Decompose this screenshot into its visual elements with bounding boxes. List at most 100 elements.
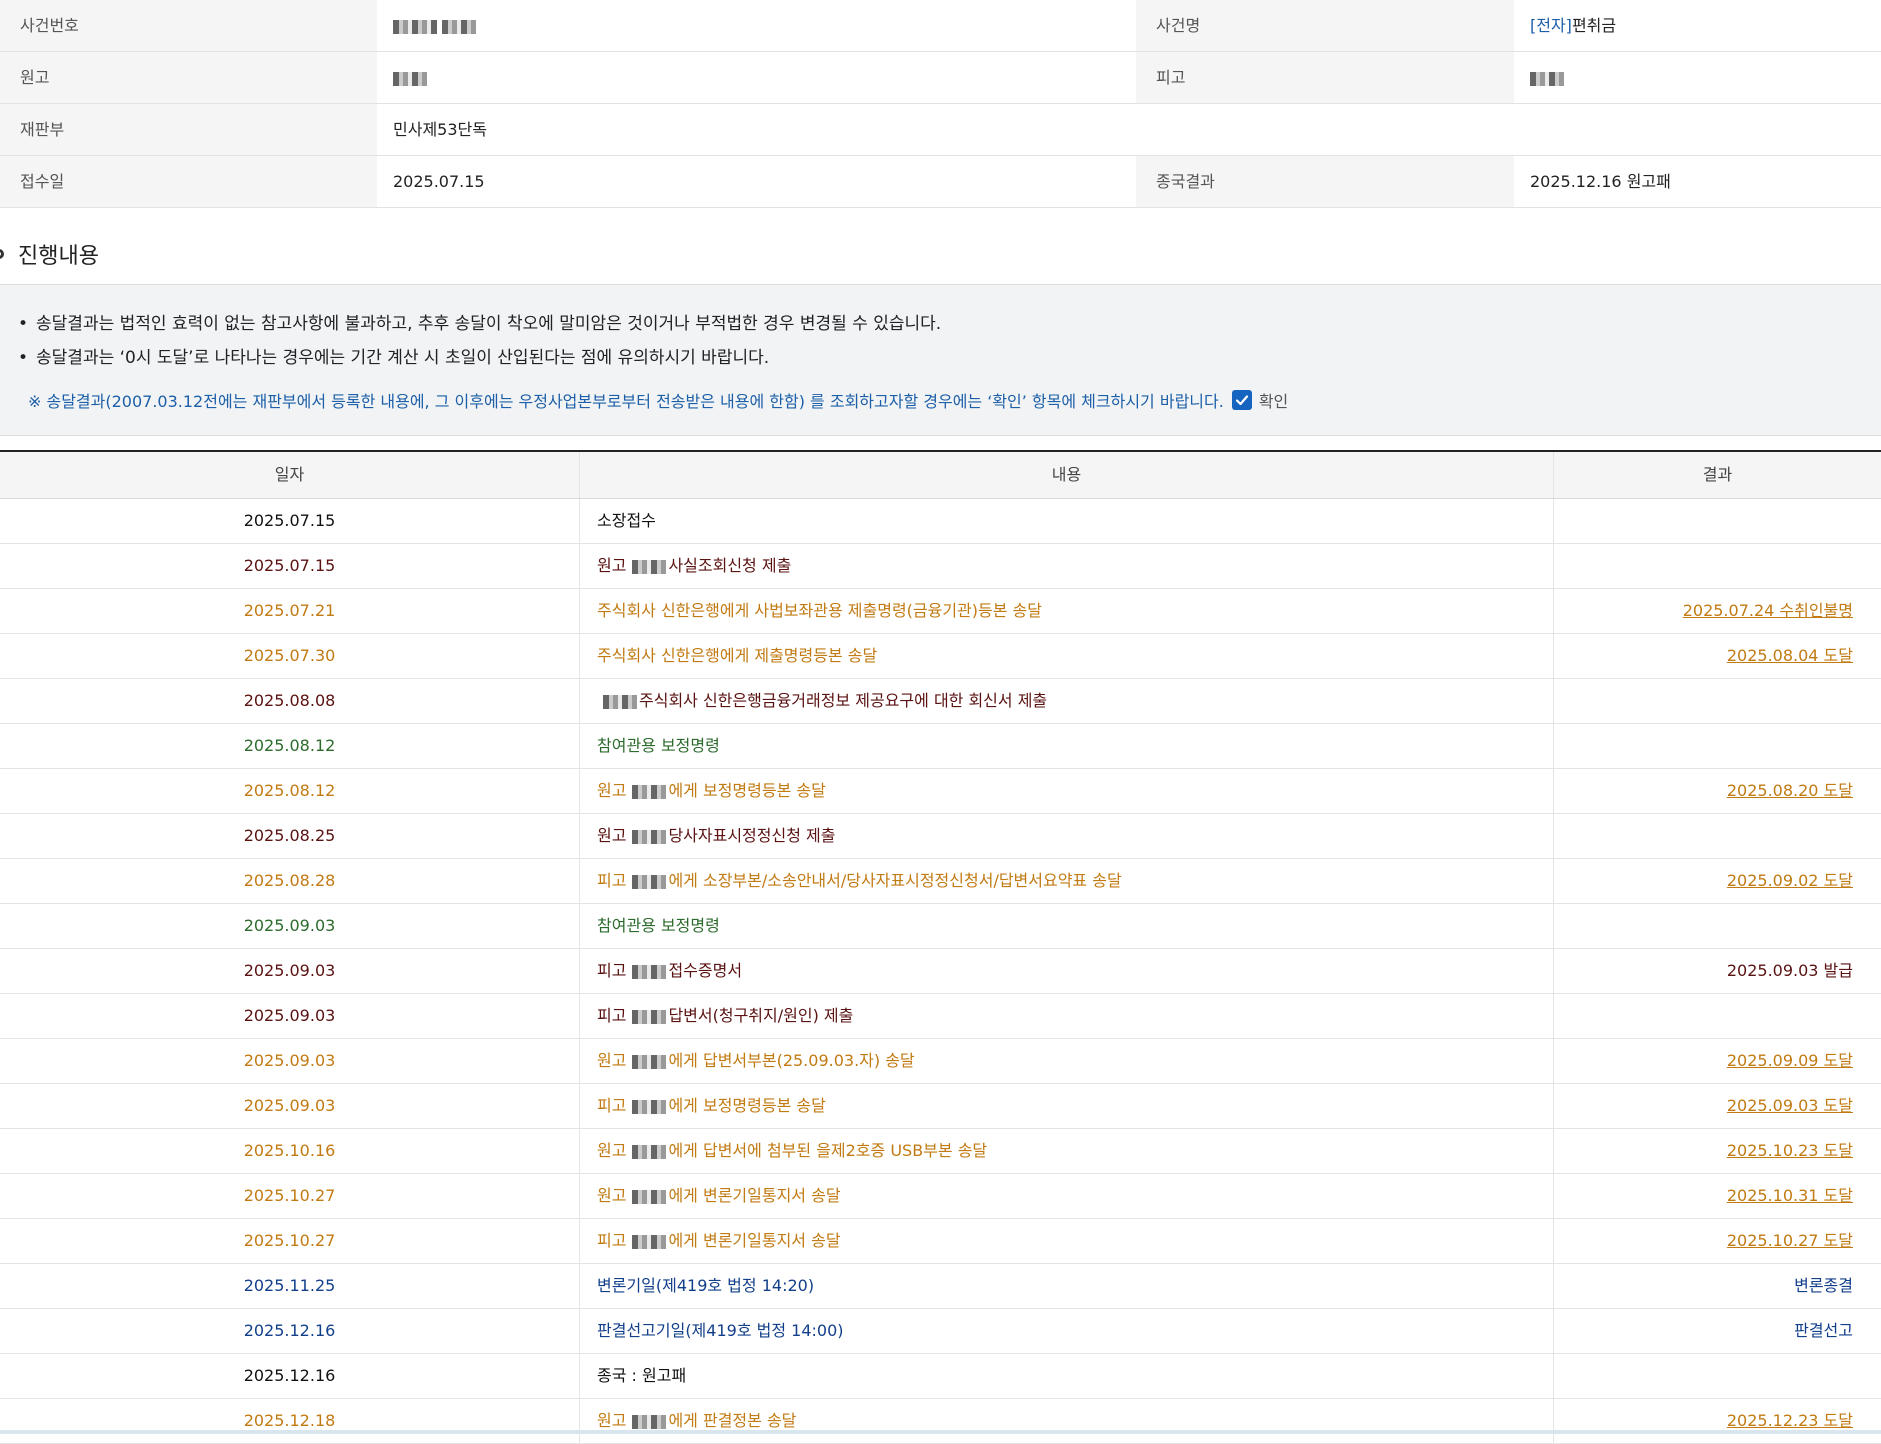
delivery-result-link[interactable]: 2025.10.27 도달 (1554, 1219, 1881, 1263)
row-content-text: 주식회사 신한은행에게 사법보좌관용 제출명령(금융기관)등본 송달 (597, 601, 1042, 620)
court-division-label: 재판부 (0, 104, 377, 155)
row-result: 변론종결 (1794, 1276, 1853, 1295)
row-content-text-suffix: 에게 소장부본/소송안내서/당사자표시정정신청서/답변서요약표 송달 (668, 871, 1122, 890)
row-content: 소장접수 (580, 499, 1554, 543)
row-content-text: 피고 (597, 871, 627, 890)
delivery-result-link[interactable]: 2025.12.23 도달 (1554, 1399, 1881, 1443)
delivery-result-link[interactable]: 2025.08.04 도달 (1554, 634, 1881, 678)
row-content-text-suffix: 에게 변론기일통지서 송달 (668, 1186, 841, 1205)
notice-line-2: • 송달결과는 ‘0시 도달’로 나타나는 경우에는 기간 계산 시 초일이 산입… (18, 341, 1881, 375)
redacted-party-name (603, 694, 637, 709)
progress-table: 일자 내용 결과 2025.07.15 소장접수 2025.07.15 원고 사실조회신… (0, 450, 1881, 1444)
row-content: 주식회사 신한은행에게 사법보좌관용 제출명령(금융기관)등본 송달 (580, 589, 1554, 633)
table-row: 2025.08.08 주식회사 신한은행금융거래정보 제공요구에 대한 회신서 제… (0, 679, 1881, 724)
info-row-court-division: 재판부 민사제53단독 (0, 104, 1881, 156)
row-content: 원고 에게 답변서부본(25.09.03.자) 송달 (580, 1039, 1554, 1083)
delivery-result-link[interactable]: 2025.09.03 도달 (1554, 1084, 1881, 1128)
table-row: 2025.12.18 원고 에게 판결정본 송달 2025.12.23 도달 (0, 1399, 1881, 1444)
row-content-text: 원고 (597, 1186, 627, 1205)
row-date: 2025.10.27 (0, 1219, 580, 1263)
row-date: 2025.12.18 (0, 1399, 580, 1443)
delivery-result-link[interactable]: 2025.09.02 도달 (1554, 859, 1881, 903)
row-content: 주식회사 신한은행금융거래정보 제공요구에 대한 회신서 제출 (580, 679, 1554, 723)
row-content-text: 참여관용 보정명령 (597, 736, 720, 755)
redacted-party-name (632, 1234, 667, 1249)
redacted-party-name (632, 1054, 667, 1069)
row-date: 2025.08.25 (0, 814, 580, 858)
row-content: 피고 접수증명서 (580, 949, 1554, 993)
row-date: 2025.08.12 (0, 769, 580, 813)
row-content-text-suffix: 에게 판결정본 송달 (668, 1411, 797, 1430)
redacted-party-name (632, 1144, 667, 1159)
row-date: 2025.08.12 (0, 724, 580, 768)
case-name-text: 편취금 (1571, 16, 1617, 35)
table-body: 2025.07.15 소장접수 2025.07.15 원고 사실조회신청 제출 2025.… (0, 499, 1881, 1444)
table-row: 2025.09.03 원고 에게 답변서부본(25.09.03.자) 송달 2025.… (0, 1039, 1881, 1084)
row-result (1554, 814, 1881, 858)
row-content: 판결선고기일(제419호 법정 14:00) (580, 1309, 1554, 1353)
redacted-defendant-name (1530, 71, 1564, 86)
row-date: 2025.09.03 (0, 994, 580, 1038)
redacted-party-name (632, 1099, 667, 1114)
case-number-value (377, 0, 1136, 51)
row-result (1554, 1354, 1881, 1398)
row-content: 원고 에게 판결정본 송달 (580, 1399, 1554, 1443)
info-row-dates: 접수일 2025.07.15 종국결과 2025.12.16 원고패 (0, 156, 1881, 208)
row-date: 2025.12.16 (0, 1354, 580, 1398)
row-date: 2025.09.03 (0, 1084, 580, 1128)
notice-line-2-text: 송달결과는 ‘0시 도달’로 나타나는 경우에는 기간 계산 시 초일이 산입된… (36, 348, 770, 368)
delivery-result-link[interactable]: 2025.10.23 도달 (1554, 1129, 1881, 1173)
row-content-text-suffix: 접수증명서 (668, 961, 743, 980)
delivery-result-link[interactable]: 2025.10.31 도달 (1554, 1174, 1881, 1218)
checkmark-icon (1235, 395, 1248, 406)
row-date: 2025.07.15 (0, 544, 580, 588)
row-content-text-suffix: 에게 보정명령등본 송달 (668, 781, 826, 800)
row-content: 변론기일(제419호 법정 14:20) (580, 1264, 1554, 1308)
row-content-text: 피고 (597, 961, 627, 980)
table-row: 2025.08.12 원고 에게 보정명령등본 송달 2025.08.20 도달 (0, 769, 1881, 814)
table-row: 2025.07.21 주식회사 신한은행에게 사법보좌관용 제출명령(금융기관)등… (0, 589, 1881, 634)
row-content-text-suffix: 당사자표시정정신청 제출 (668, 826, 836, 845)
column-header-date: 일자 (0, 452, 580, 498)
row-content-text: 원고 (597, 556, 627, 575)
redacted-party-name (632, 1189, 667, 1204)
info-row-case-number: 사건번호 사건명 [전자]편취금 (0, 0, 1881, 52)
row-content-text: 원고 (597, 1051, 627, 1070)
row-result (1554, 904, 1881, 948)
row-content-text: 피고 (597, 1096, 627, 1115)
section-title-text: 진행내용 (18, 244, 99, 269)
notice-box: • 송달결과는 법적인 효력이 없는 참고사항에 불과하고, 추후 송달이 착오에… (0, 284, 1881, 436)
delivery-result-link[interactable]: 2025.09.09 도달 (1554, 1039, 1881, 1083)
final-result-value: 2025.12.16 원고패 (1514, 156, 1881, 207)
row-content-text: 참여관용 보정명령 (597, 916, 720, 935)
row-date: 2025.09.03 (0, 1039, 580, 1083)
table-row: 2025.08.12 참여관용 보정명령 (0, 724, 1881, 769)
row-content: 원고 에게 답변서에 첨부된 을제2호증 USB부본 송달 (580, 1129, 1554, 1173)
delivery-result-link[interactable]: 2025.08.20 도달 (1554, 769, 1881, 813)
table-header: 일자 내용 결과 (0, 452, 1881, 499)
redacted-party-name (632, 1414, 667, 1429)
delivery-result-link[interactable]: 2025.07.24 수취인불명 (1554, 589, 1881, 633)
confirm-checkbox-label[interactable]: 확인 (1259, 388, 1288, 412)
table-row: 2025.12.16 종국 : 원고패 (0, 1354, 1881, 1399)
plaintiff-label: 원고 (0, 52, 377, 103)
case-name-value: [전자]편취금 (1514, 0, 1881, 51)
filing-date-label: 접수일 (0, 156, 377, 207)
row-content-text: 피고 (597, 1006, 627, 1025)
bullet-dot-icon: • (18, 348, 29, 368)
table-row: 2025.09.03 피고 에게 보정명령등본 송달 2025.09.03 도달 (0, 1084, 1881, 1129)
case-name-label: 사건명 (1136, 0, 1514, 51)
row-content-text-suffix: 주식회사 신한은행금융거래정보 제공요구에 대한 회신서 제출 (639, 691, 1048, 710)
case-info-grid: 사건번호 사건명 [전자]편취금 원고 피고 재판부 민사제53단독 접수일 2… (0, 0, 1881, 208)
redacted-party-name (632, 784, 667, 799)
row-result (1554, 679, 1881, 723)
row-result: 판결선고 (1794, 1321, 1853, 1340)
row-content-text: 판결선고기일(제419호 법정 14:00) (597, 1321, 844, 1340)
row-content-text: 원고 (597, 826, 627, 845)
confirm-checkbox[interactable] (1231, 390, 1252, 410)
table-row: 2025.09.03 피고 답변서(청구취지/원인) 제출 (0, 994, 1881, 1039)
plaintiff-value (377, 52, 1136, 103)
column-header-content: 내용 (580, 452, 1554, 498)
row-content: 피고 에게 소장부본/소송안내서/당사자표시정정신청서/답변서요약표 송달 (580, 859, 1554, 903)
bullet-dot-icon: • (18, 314, 29, 334)
